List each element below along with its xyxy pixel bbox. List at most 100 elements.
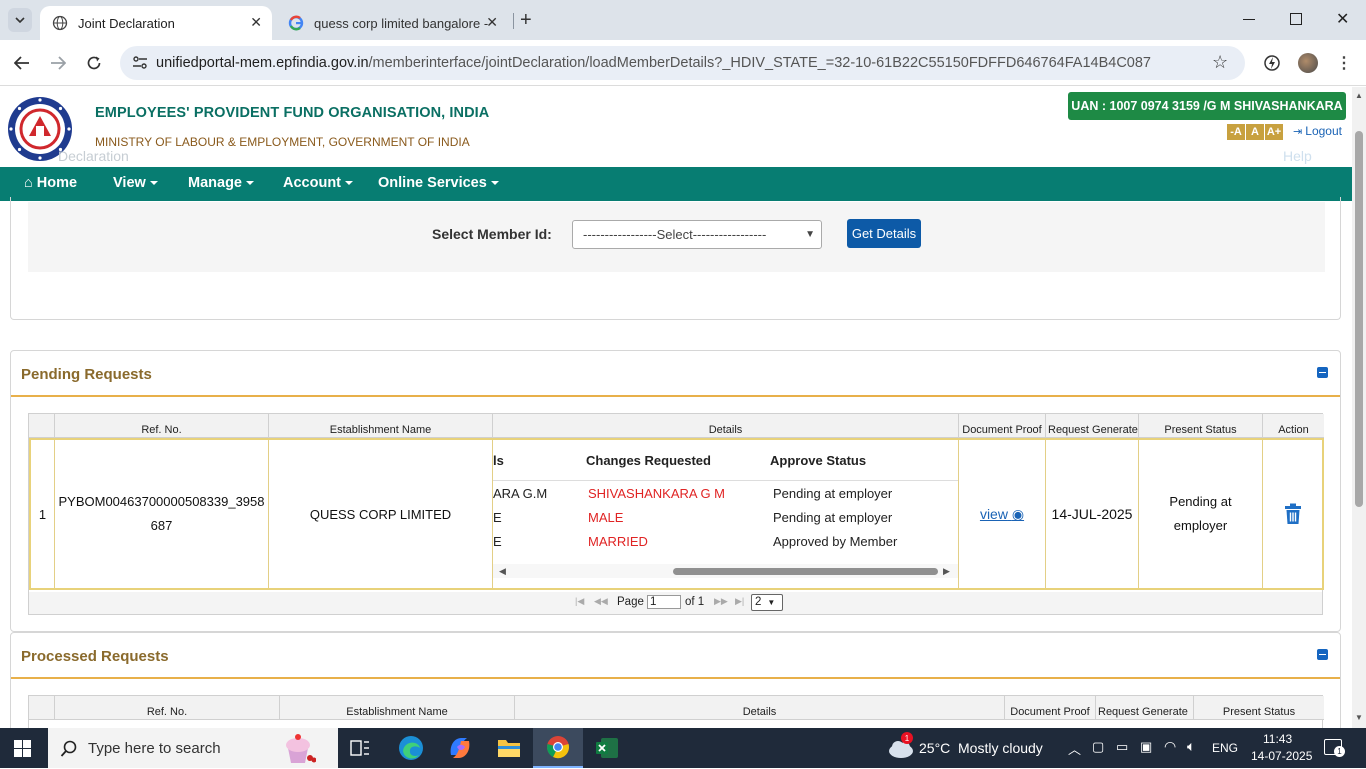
language-indicator[interactable]: ENG (1212, 741, 1238, 755)
grid-header-present-status[interactable]: Present Status (1194, 696, 1324, 720)
tab-joint-declaration[interactable]: Joint Declaration ✕ (40, 6, 272, 40)
get-details-button[interactable]: Get Details (847, 219, 921, 248)
chevron-up-icon[interactable]: ︿ (1068, 739, 1081, 758)
nav-manage[interactable]: Manage (188, 175, 254, 191)
member-id-select[interactable]: -----------------Select-----------------… (572, 220, 822, 249)
logout-link[interactable]: ⇥ Logout (1293, 124, 1342, 138)
last-page-icon[interactable]: ▶| (735, 596, 744, 607)
excel-app-icon[interactable] (595, 736, 619, 760)
close-tab-icon[interactable]: ✕ (250, 14, 262, 31)
url-path: /memberinterface/jointDeclaration/loadMe… (368, 55, 1151, 71)
help-link-ghost[interactable]: Help (1283, 148, 1312, 164)
details-partial-1: ARA G.M (493, 486, 548, 501)
page-title-ghost: Declaration (58, 148, 129, 164)
grid-header-ref-no[interactable]: Ref. No. (55, 414, 269, 438)
weather-widget[interactable]: 1 25°C Mostly cloudy (885, 732, 1050, 762)
grid-header-document-proof[interactable]: Document Proof (1005, 696, 1096, 720)
close-tab-icon[interactable]: ✕ (486, 14, 498, 31)
details-partial-2: E (493, 510, 502, 525)
grid-header-present-status[interactable]: Present Status (1139, 414, 1263, 438)
scroll-up-icon[interactable]: ▲ (1355, 91, 1363, 100)
table-row[interactable]: 1 PYBOM00463700000508339_3958687 QUESS C… (29, 438, 1324, 590)
close-window-button[interactable]: ✕ (1336, 9, 1349, 29)
reload-icon[interactable] (83, 52, 105, 74)
notification-center-icon[interactable]: 1 (1324, 739, 1345, 757)
clock-time[interactable]: 11:43 (1263, 732, 1292, 746)
browser-tab-strip: Joint Declaration ✕ quess corp limited b… (0, 0, 1366, 40)
nav-view[interactable]: View (113, 175, 158, 191)
grid-header-establishment[interactable]: Establishment Name (269, 414, 493, 438)
grid-header-action[interactable]: Action (1263, 414, 1324, 438)
font-decrease-button[interactable]: -A (1227, 124, 1245, 140)
browser-toolbar: unifiedportal-mem.epfindia.gov.in/member… (0, 40, 1366, 86)
pending-requests-header: Pending Requests (11, 351, 1340, 397)
copilot-app-icon[interactable] (447, 735, 473, 761)
prev-page-icon[interactable]: ◀◀ (594, 596, 608, 607)
next-page-icon[interactable]: ▶▶ (714, 596, 728, 607)
page-size-select[interactable]: 2 ▼ (751, 594, 783, 611)
row-present-status: Pending at employer (1139, 440, 1263, 588)
page-scrollbar[interactable]: ▲ ▼ (1352, 87, 1366, 728)
tab-google-search[interactable]: quess corp limited bangalore - ✕ (276, 6, 508, 40)
scroll-down-icon[interactable]: ▼ (1355, 713, 1363, 722)
grid-header-ref-no[interactable]: Ref. No. (55, 696, 280, 720)
details-partial-3: E (493, 534, 502, 549)
grid-header-request-generated[interactable]: Request Generate (1046, 414, 1139, 438)
nav-account[interactable]: Account (283, 175, 353, 191)
grid-header-request-generated[interactable]: Request Generate (1096, 696, 1194, 720)
wifi-icon[interactable]: ◠ (1164, 738, 1176, 755)
view-document-link[interactable]: view ◉ (980, 506, 1024, 523)
scrollbar-thumb[interactable] (673, 568, 938, 575)
file-explorer-app-icon[interactable] (497, 737, 521, 759)
task-view-icon[interactable] (350, 739, 370, 757)
page-scrollbar-thumb[interactable] (1355, 131, 1363, 507)
cupcake-icon (280, 730, 317, 766)
restore-button[interactable] (1290, 13, 1302, 25)
volume-icon[interactable]: 🔈︎ (1187, 738, 1195, 755)
home-icon: ⌂ (24, 175, 33, 191)
tab-title: Joint Declaration (78, 15, 175, 31)
row-details-subgrid: ls Changes Requested Approve Status ARA … (493, 440, 959, 588)
profile-avatar[interactable] (1297, 52, 1319, 74)
minimize-button[interactable] (1243, 10, 1257, 24)
extensions-icon[interactable] (1261, 52, 1283, 74)
more-menu-icon[interactable]: ⋮ (1333, 52, 1355, 74)
grid-header-details[interactable]: Details (515, 696, 1005, 720)
edge-app-icon[interactable] (398, 735, 424, 761)
site-info-icon[interactable] (132, 55, 148, 75)
nav-online-services[interactable]: Online Services (378, 175, 499, 191)
grid-header-document-proof[interactable]: Document Proof (959, 414, 1046, 438)
page-number-input[interactable]: 1 (647, 595, 681, 609)
tab-list-dropdown[interactable] (8, 8, 32, 32)
select-member-label: Select Member Id: (432, 226, 552, 242)
taskbar-search-box[interactable]: Type here to search (48, 728, 338, 768)
grid-header-establishment[interactable]: Establishment Name (280, 696, 515, 720)
address-bar[interactable]: unifiedportal-mem.epfindia.gov.in/member… (120, 46, 1245, 80)
new-tab-button[interactable]: + (520, 9, 532, 32)
collapse-icon[interactable] (1317, 649, 1328, 660)
font-normal-button[interactable]: A (1246, 124, 1264, 140)
trash-icon[interactable] (1284, 503, 1302, 525)
scroll-left-arrow-icon[interactable]: ◀ (499, 566, 506, 577)
meet-now-icon[interactable]: ▢ (1092, 739, 1104, 755)
battery-icon[interactable]: ▭ (1116, 739, 1128, 755)
collapse-icon[interactable] (1317, 367, 1328, 378)
grid-pager: |◀ ◀◀ Page 1 of 1 ▶▶ ▶| 2 ▼ (29, 592, 1322, 614)
forward-arrow-icon[interactable] (47, 52, 69, 74)
first-page-icon[interactable]: |◀ (575, 596, 584, 607)
back-arrow-icon[interactable] (11, 52, 33, 74)
row-document-proof: view ◉ (959, 440, 1046, 588)
clock-date[interactable]: 14-07-2025 (1251, 749, 1312, 763)
chevron-down-icon: ▼ (767, 598, 776, 607)
scroll-right-arrow-icon[interactable]: ▶ (943, 566, 950, 577)
nav-home[interactable]: ⌂ Home (24, 175, 77, 191)
chrome-app-icon[interactable] (533, 728, 583, 768)
grid-header-details[interactable]: Details (493, 414, 959, 438)
details-horizontal-scrollbar[interactable]: ◀ ▶ (493, 564, 958, 578)
font-increase-button[interactable]: A+ (1265, 124, 1283, 140)
weather-alert-badge: 1 (901, 732, 913, 744)
bookmark-star-icon[interactable]: ☆ (1212, 52, 1228, 73)
display-icon[interactable]: ▣ (1140, 739, 1152, 755)
details-change-1: SHIVASHANKARA G M (588, 486, 726, 501)
start-button[interactable] (14, 740, 31, 757)
